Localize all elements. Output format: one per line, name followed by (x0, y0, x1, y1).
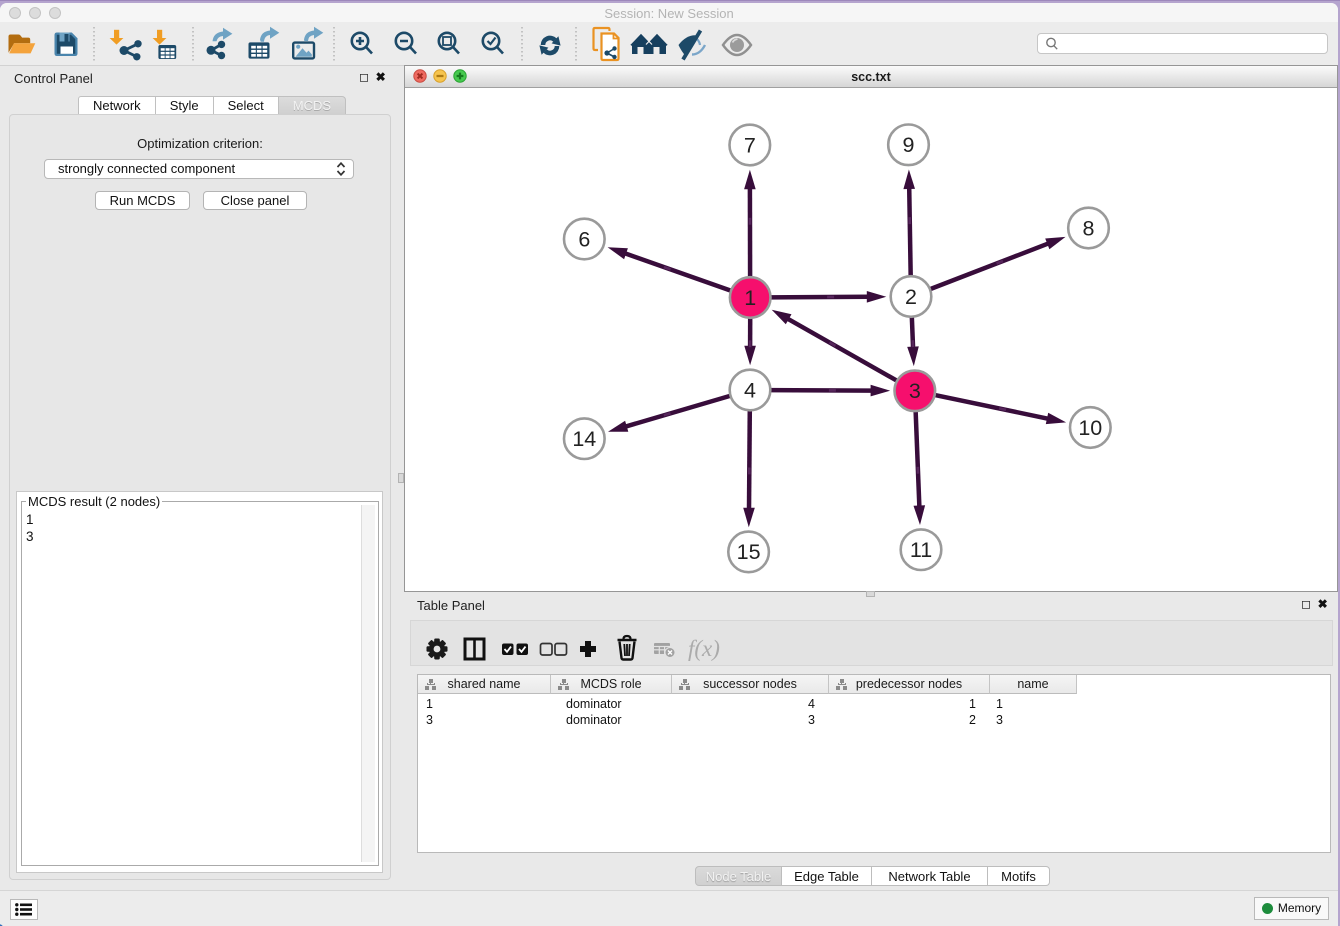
svg-text:4: 4 (744, 378, 756, 402)
svg-text:1: 1 (744, 286, 756, 310)
svg-text:2: 2 (905, 285, 917, 309)
svg-text:15: 15 (737, 540, 761, 564)
svg-text:3: 3 (909, 379, 921, 403)
svg-text:f(x): f(x) (688, 636, 720, 661)
svg-text:9: 9 (903, 133, 915, 157)
svg-text:11: 11 (910, 538, 932, 562)
svg-text:14: 14 (572, 427, 596, 451)
svg-text:6: 6 (578, 227, 590, 251)
svg-text:8: 8 (1083, 216, 1095, 240)
svg-text:10: 10 (1078, 416, 1102, 440)
svg-text:7: 7 (744, 133, 756, 157)
